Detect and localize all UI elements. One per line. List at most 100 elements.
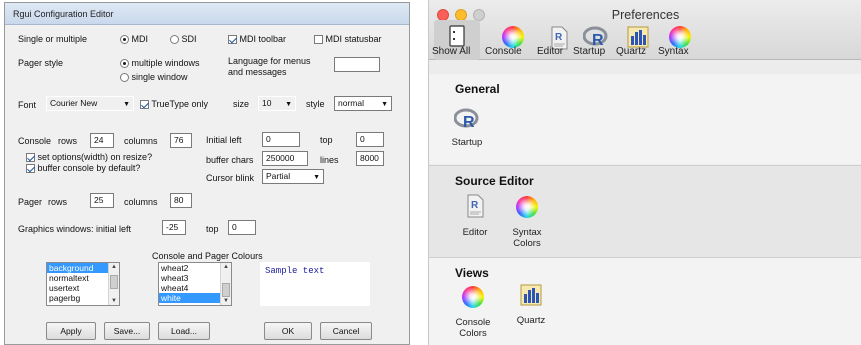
style-label: style	[306, 99, 325, 109]
set-options-checkbox[interactable]: set options(width) on resize?	[26, 152, 153, 163]
lines-input[interactable]: 8000	[356, 151, 384, 166]
set-options-label: set options(width) on resize?	[37, 152, 153, 162]
top-input[interactable]: 0	[356, 132, 384, 147]
quartz-label: Quartz	[516, 315, 546, 326]
style-value: normal	[338, 98, 364, 108]
scroll-down-icon[interactable]: ▼	[223, 298, 229, 304]
mdi-statusbar-label: MDI statusbar	[325, 34, 382, 44]
pager-label: Pager	[18, 197, 43, 207]
buffer-console-label: buffer console by default?	[37, 163, 141, 173]
mdi-toolbar-checkbox[interactable]: MDI toolbar	[228, 34, 286, 45]
truetype-check[interactable]	[140, 100, 149, 110]
mdi-label: MDI	[131, 34, 149, 44]
graphics-label: Graphics windows: initial left	[18, 224, 132, 234]
pref-editor[interactable]: R Editor	[455, 194, 495, 238]
views-section: Views Console Colors Quartz	[429, 257, 861, 345]
mdi-toolbar-check[interactable]	[228, 35, 237, 45]
apply-button[interactable]: Apply	[46, 322, 96, 340]
set-options-check[interactable]	[26, 153, 35, 163]
scroll-up-icon[interactable]: ▲	[111, 264, 117, 270]
scrollbar-thumb[interactable]	[110, 275, 118, 289]
graphics-left-input[interactable]: -25	[162, 220, 186, 235]
preferences-window: Preferences Show All Console R Editor R	[428, 0, 861, 345]
bar-chart-icon	[520, 284, 542, 306]
toolbar-startup-label[interactable]: Startup	[573, 46, 605, 57]
lines-label: lines	[320, 155, 339, 165]
sdi-radio[interactable]: SDI	[170, 34, 197, 45]
colour-value-list[interactable]: wheat2 wheat3 wheat4 white ▲ ▼	[158, 262, 232, 306]
pref-startup[interactable]: R Startup	[447, 108, 487, 148]
toolbar-quartz-label[interactable]: Quartz	[616, 46, 646, 57]
scroll-up-icon[interactable]: ▲	[223, 264, 229, 270]
buffer-console-checkbox[interactable]: buffer console by default?	[26, 163, 141, 174]
preferences-toolbar: Preferences Show All Console R Editor R	[429, 0, 861, 60]
views-title: Views	[455, 266, 489, 280]
pref-console-colors[interactable]: Console Colors	[451, 286, 495, 339]
colour-value-scrollbar[interactable]: ▲ ▼	[220, 263, 231, 305]
source-editor-title: Source Editor	[455, 174, 534, 188]
console-columns-label: columns	[124, 136, 158, 146]
preferences-title: Preferences	[611, 8, 680, 22]
console-rows-label: rows	[58, 136, 78, 146]
font-dropdown[interactable]: Courier New ▼	[46, 96, 134, 111]
scrollbar-thumb[interactable]	[222, 283, 230, 297]
single-window-label: single window	[131, 72, 188, 82]
svg-text:R: R	[471, 200, 479, 211]
toolbar-show-all-label[interactable]: Show All	[432, 46, 470, 57]
language-input[interactable]	[334, 57, 380, 72]
initial-left-input[interactable]: 0	[262, 132, 300, 147]
toolbar-editor-label[interactable]: Editor	[537, 46, 563, 57]
mdi-statusbar-check[interactable]	[314, 35, 323, 45]
cursor-blink-label: Cursor blink	[206, 173, 255, 183]
single-window-radio[interactable]: single window	[120, 72, 188, 83]
graphics-top-label: top	[206, 224, 219, 234]
pager-columns-input[interactable]: 80	[170, 193, 192, 208]
console-columns-input[interactable]: 76	[170, 133, 192, 148]
color-wheel-icon	[669, 26, 691, 48]
load-button[interactable]: Load...	[158, 322, 210, 340]
scroll-down-icon[interactable]: ▼	[111, 298, 117, 304]
toolbar-console-label[interactable]: Console	[485, 46, 522, 57]
cursor-blink-dropdown[interactable]: Partial ▼	[262, 169, 324, 184]
top-label: top	[320, 135, 333, 145]
colour-target-scrollbar[interactable]: ▲ ▼	[108, 263, 119, 305]
cursor-blink-chevron-down-icon: ▼	[313, 174, 320, 181]
svg-text:R: R	[555, 32, 563, 43]
graphics-top-input[interactable]: 0	[228, 220, 256, 235]
sample-text: Sample text	[265, 266, 325, 276]
size-value: 10	[262, 98, 272, 108]
pref-quartz[interactable]: Quartz	[511, 284, 551, 326]
buffer-chars-input[interactable]: 250000	[262, 151, 308, 166]
pager-style-label: Pager style	[18, 58, 64, 68]
truetype-checkbox[interactable]: TrueType only	[140, 99, 209, 110]
multiple-windows-dot[interactable]	[120, 59, 129, 69]
save-button[interactable]: Save...	[104, 322, 150, 340]
pager-rows-input[interactable]: 25	[90, 193, 114, 208]
rgui-window-title: Rgui Configuration Editor	[13, 9, 114, 19]
editor-label: Editor	[462, 227, 488, 238]
toolbar-syntax-label[interactable]: Syntax	[658, 46, 689, 57]
size-dropdown[interactable]: 10 ▼	[258, 96, 296, 111]
r-logo-icon: R	[453, 108, 479, 131]
general-section: General R Startup	[429, 74, 861, 164]
single-window-dot[interactable]	[120, 73, 129, 83]
mdi-radio-dot[interactable]	[120, 35, 129, 45]
r-logo-icon: R	[582, 26, 608, 49]
ok-button[interactable]: OK	[264, 322, 312, 340]
font-value: Courier New	[50, 98, 98, 108]
sdi-label: SDI	[181, 34, 197, 44]
cancel-button[interactable]: Cancel	[320, 322, 372, 340]
colour-target-list[interactable]: background normaltext usertext pagerbg ▲…	[46, 262, 120, 306]
pref-syntax-colors[interactable]: Syntax Colors	[507, 196, 547, 249]
buffer-console-check[interactable]	[26, 164, 35, 174]
style-dropdown[interactable]: normal ▼	[334, 96, 392, 111]
console-rows-input[interactable]: 24	[90, 133, 114, 148]
rgui-title-bar[interactable]: Rgui Configuration Editor	[5, 3, 409, 25]
pager-columns-label: columns	[124, 197, 158, 207]
mdi-radio[interactable]: MDI	[120, 34, 149, 45]
truetype-label: TrueType only	[151, 99, 209, 109]
console-colors-label-1: Console	[455, 317, 491, 328]
sdi-radio-dot[interactable]	[170, 35, 179, 45]
multiple-windows-radio[interactable]: multiple windows	[120, 58, 200, 69]
mdi-statusbar-checkbox[interactable]: MDI statusbar	[314, 34, 382, 45]
